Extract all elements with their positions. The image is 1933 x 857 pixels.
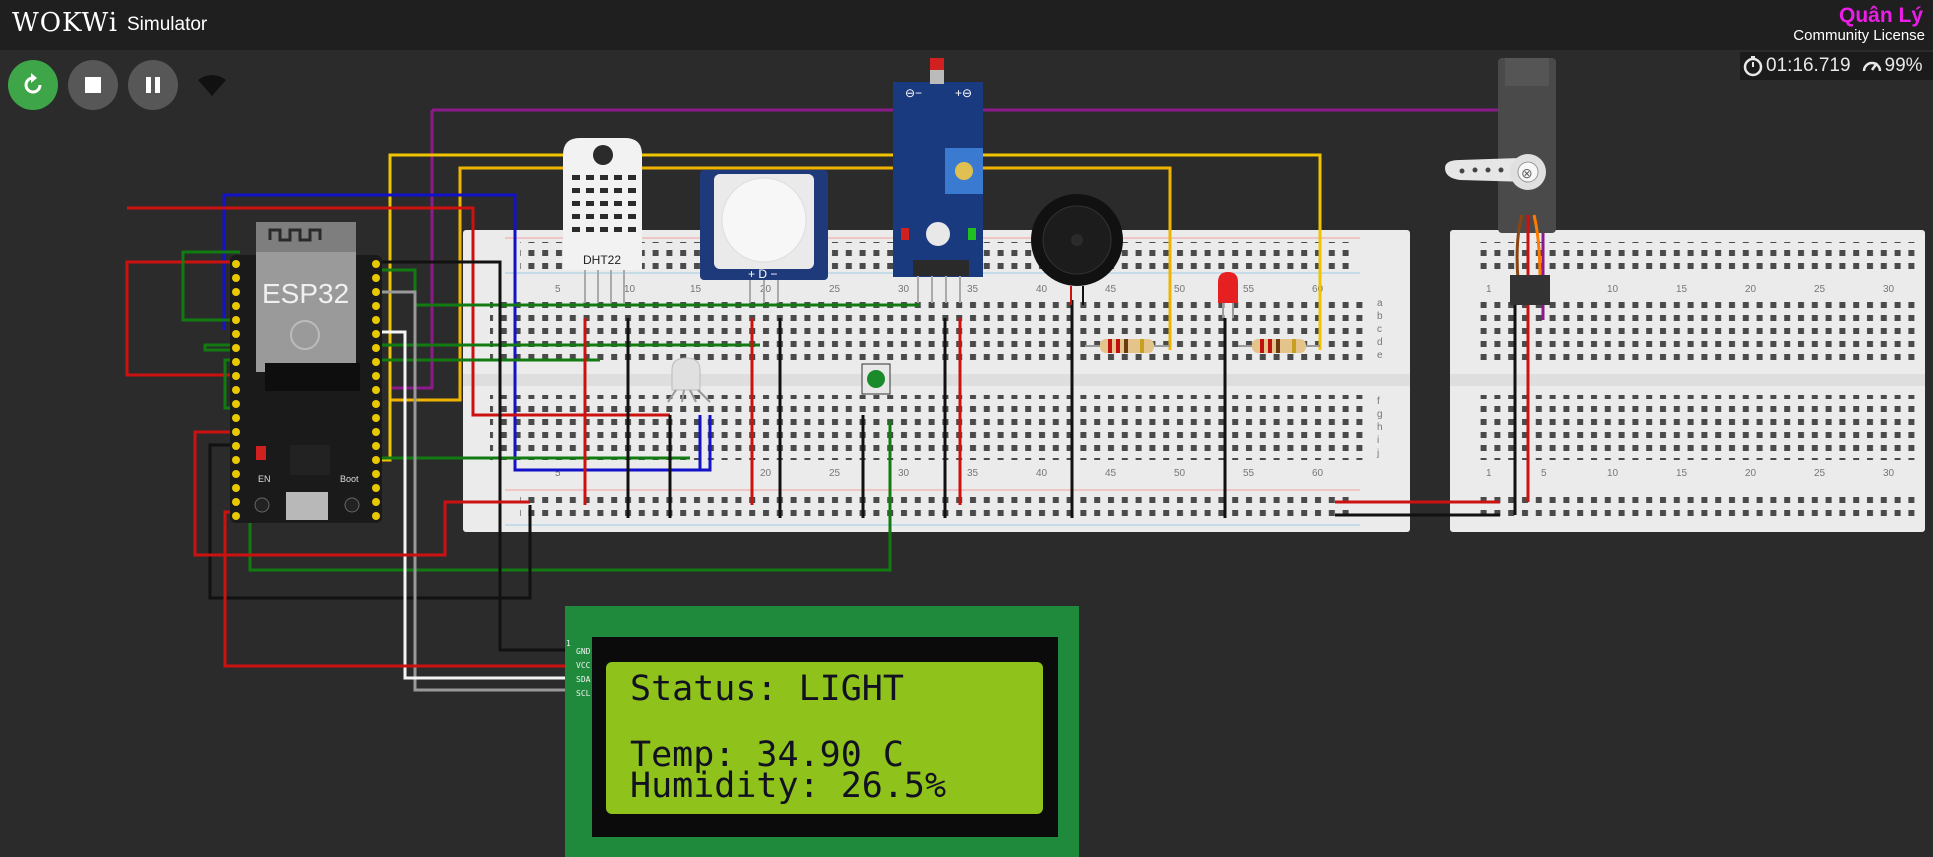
svg-text:⊖−: ⊖− <box>905 86 922 100</box>
lcd-line-1: Status: LIGHT <box>630 669 904 709</box>
push-button[interactable] <box>861 363 891 395</box>
row-letter: e <box>1377 350 1383 361</box>
row-letter: g <box>1377 409 1383 420</box>
column-number: 55 <box>1243 468 1255 479</box>
svg-text:⊗: ⊗ <box>1521 165 1533 181</box>
boot-label: Boot <box>340 474 359 484</box>
lcd-display[interactable]: Status: LIGHT Temp: 34.90 C Humidity: 26… <box>565 606 1079 857</box>
column-number: 10 <box>1607 284 1619 295</box>
column-number: 60 <box>1312 468 1324 479</box>
lcd-pin-gnd: GND <box>576 647 591 656</box>
column-number: 20 <box>1745 468 1757 479</box>
lcd-pin-number: 1 <box>566 639 571 648</box>
column-number: 40 <box>1036 468 1048 479</box>
row-letter: a <box>1377 298 1383 309</box>
en-label: EN <box>258 474 271 484</box>
row-letter: d <box>1377 337 1383 348</box>
row-letter: h <box>1377 422 1383 433</box>
column-number: 25 <box>1814 468 1826 479</box>
column-number: 35 <box>967 284 979 295</box>
column-number: 20 <box>760 284 772 295</box>
circuit-canvas[interactable]: 5 10 15 20 25 30 35 40 45 50 55 60 5 20 … <box>0 0 1933 857</box>
wire-red <box>223 510 568 668</box>
column-number: 60 <box>1312 284 1324 295</box>
column-number: 45 <box>1105 284 1117 295</box>
row-letter: f <box>1377 396 1380 407</box>
pir-pins-label: + D − <box>748 267 777 281</box>
column-number: 30 <box>1883 468 1895 479</box>
column-number: 25 <box>1814 284 1826 295</box>
column-number: 45 <box>1105 468 1117 479</box>
column-number: 20 <box>1745 284 1757 295</box>
lcd-pin-sda: SDA <box>576 675 591 684</box>
column-number: 30 <box>898 468 910 479</box>
column-number: 35 <box>967 468 979 479</box>
column-number: 50 <box>1174 468 1186 479</box>
esp32-board[interactable]: ESP32 Boot EN <box>230 222 382 523</box>
lcd-pin-scl: SCL <box>576 689 591 698</box>
column-number: 20 <box>760 468 772 479</box>
column-number: 25 <box>829 468 841 479</box>
dht22-label: DHT22 <box>583 253 621 267</box>
column-number: 25 <box>829 284 841 295</box>
row-letter: j <box>1376 448 1379 459</box>
column-number: 40 <box>1036 284 1048 295</box>
column-number: 30 <box>1883 284 1895 295</box>
column-number: 10 <box>624 284 636 295</box>
column-number: 5 <box>555 284 561 295</box>
column-number: 30 <box>898 284 910 295</box>
svg-text:+⊖: +⊖ <box>955 86 972 100</box>
column-number: 10 <box>1607 468 1619 479</box>
column-number: 5 <box>1541 468 1547 479</box>
ldr-module[interactable]: ⊖− +⊖ <box>893 58 983 303</box>
column-number: 15 <box>690 284 702 295</box>
lcd-pin-vcc: VCC <box>576 661 591 670</box>
column-number: 1 <box>1486 284 1492 295</box>
row-letter: b <box>1377 311 1383 322</box>
column-number: 15 <box>1676 284 1688 295</box>
lcd-line-4: Humidity: 26.5% <box>630 766 946 806</box>
column-number: 15 <box>1676 468 1688 479</box>
row-letter: c <box>1377 324 1382 335</box>
row-letter: i <box>1377 435 1379 446</box>
esp32-label: ESP32 <box>262 278 349 309</box>
column-number: 50 <box>1174 284 1186 295</box>
column-number: 55 <box>1243 284 1255 295</box>
column-number: 1 <box>1486 468 1492 479</box>
